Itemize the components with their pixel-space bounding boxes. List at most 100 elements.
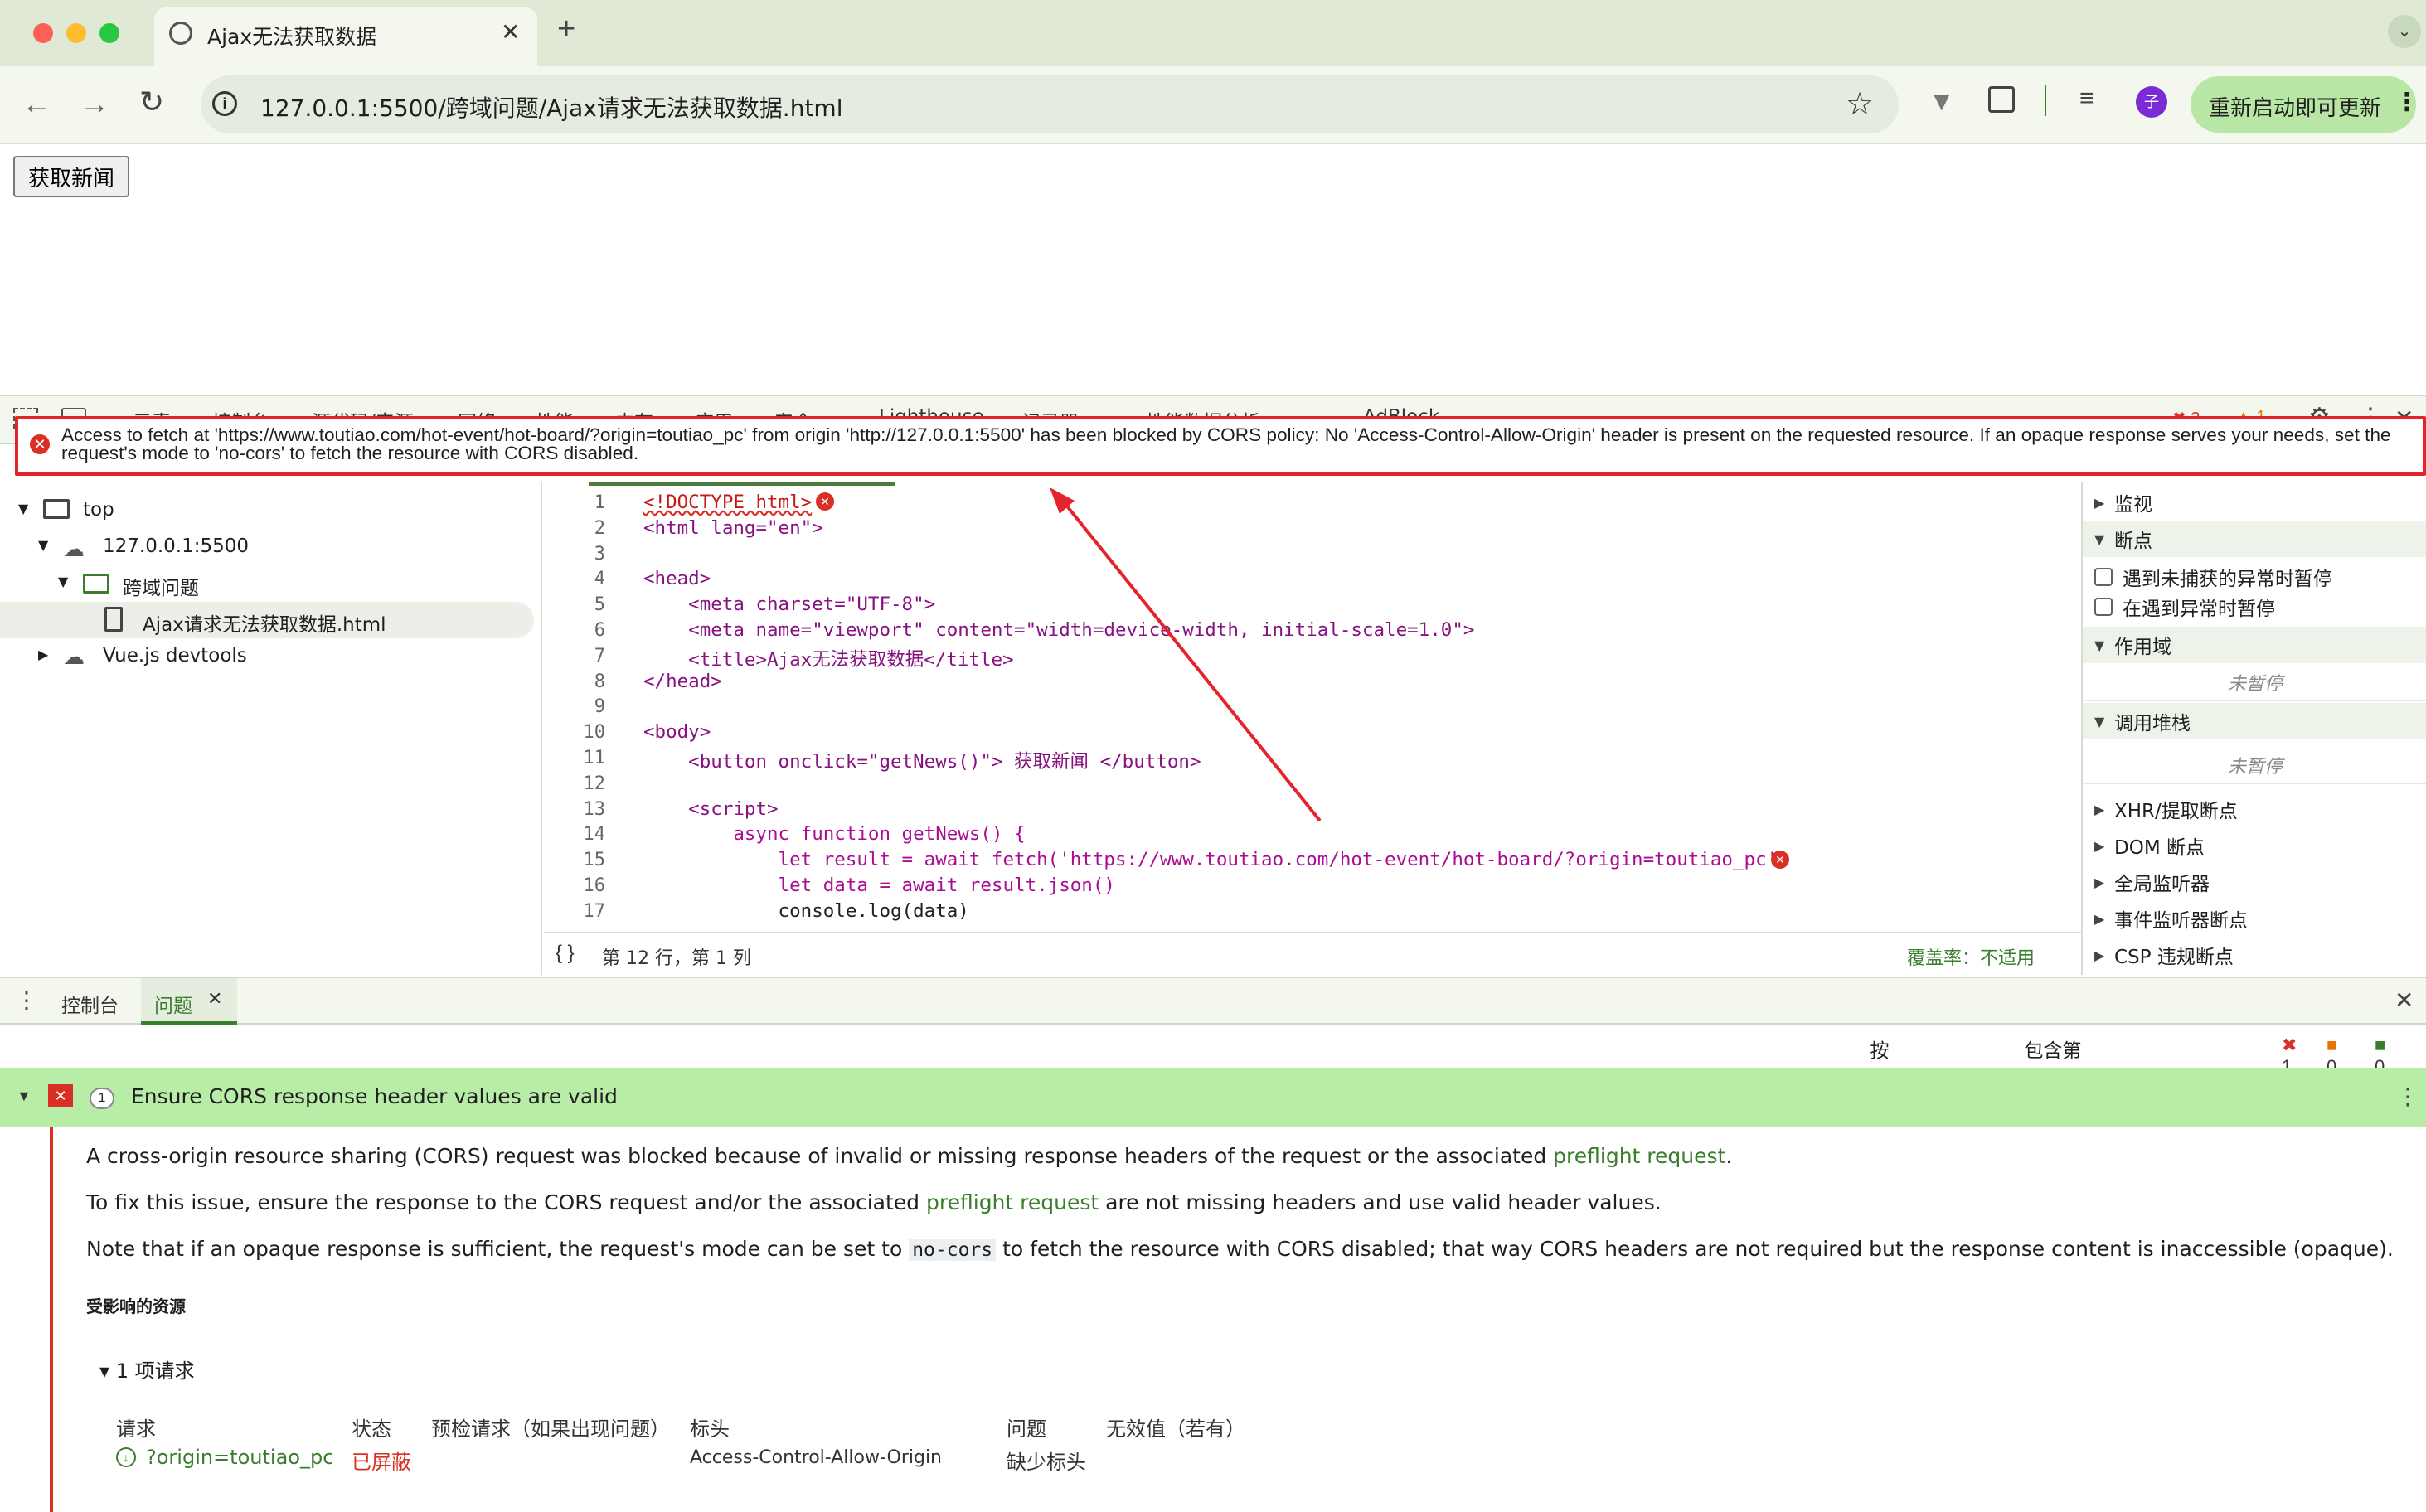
request-link[interactable]: ?origin=toutiao_pc xyxy=(146,1446,333,1469)
browser-tab[interactable]: Ajax无法获取数据 ✕ xyxy=(154,7,537,66)
code-line[interactable]: <html lang="en"> xyxy=(643,517,823,539)
tree-item-origin[interactable]: 127.0.0.1:5500 xyxy=(103,536,249,557)
drawer-tab-issues[interactable]: 问题 ✕ xyxy=(141,978,237,1025)
section-call-stack[interactable]: ▼ 调用堆栈 xyxy=(2083,703,2426,739)
section-breakpoints[interactable]: ▼ 断点 xyxy=(2083,521,2426,557)
line-number: 2 xyxy=(594,518,605,539)
code-line[interactable]: let result = await fetch('https://www.to… xyxy=(643,849,1789,870)
expand-caret-icon[interactable]: ▶ xyxy=(38,647,48,662)
option-label: 遇到未捕获的异常时暂停 xyxy=(2123,569,2332,590)
tree-item-file[interactable]: Ajax请求无法获取数据.html xyxy=(143,608,386,637)
arrow-line xyxy=(1060,497,1322,822)
line-number: 6 xyxy=(594,620,605,641)
close-tab-icon[interactable]: ✕ xyxy=(207,988,222,1010)
minimize-window-button[interactable] xyxy=(66,23,86,43)
tree-item-file-row[interactable]: Ajax请求无法获取数据.html xyxy=(0,602,534,638)
kebab-menu-icon[interactable]: ⋮ xyxy=(2394,88,2419,117)
column-header: 状态 xyxy=(352,1418,391,1441)
line-number: 13 xyxy=(583,799,606,820)
close-tab-icon[interactable]: ✕ xyxy=(501,18,520,46)
checkbox[interactable] xyxy=(2094,568,2113,586)
editor-status-bar: { } 第 12 行，第 1 列 覆盖率：不适用 xyxy=(544,932,2081,975)
checkbox[interactable] xyxy=(2094,598,2113,616)
section-label: XHR/提取断点 xyxy=(2114,801,2238,822)
coverage-status[interactable]: 覆盖率：不适用 xyxy=(1907,943,2035,970)
affected-resources-heading: 受影响的资源 xyxy=(86,1296,186,1316)
new-tab-button[interactable]: + xyxy=(557,12,575,47)
code-line[interactable]: <meta charset="UTF-8"> xyxy=(643,594,935,615)
collapse-caret-icon[interactable]: ▼ xyxy=(38,537,48,553)
issue-header[interactable]: ▼ ✕ 1 Ensure CORS response header values… xyxy=(0,1068,2426,1127)
code-line[interactable]: let data = await result.json() xyxy=(643,875,1115,896)
vue-extension-icon[interactable]: ▼ xyxy=(1929,86,1955,117)
drawer-menu-icon[interactable]: ⋮ xyxy=(15,986,38,1014)
get-news-button[interactable]: 获取新闻 xyxy=(13,156,129,197)
media-controls-icon[interactable]: ≡ xyxy=(2079,85,2094,113)
section-event-listener-breakpoints[interactable]: ▶ 事件监听器断点 xyxy=(2083,900,2426,937)
code-line[interactable]: <head> xyxy=(643,568,711,589)
column-header: 无效值（若有） xyxy=(1106,1418,1245,1441)
section-label: 全局监听器 xyxy=(2114,874,2210,895)
collapse-caret-icon[interactable]: ▼ xyxy=(18,501,28,516)
update-button[interactable]: 重新启动即可更新 ⋮ xyxy=(2191,76,2419,133)
preflight-link[interactable]: preflight request xyxy=(1553,1144,1725,1168)
bookmark-star-icon[interactable]: ☆ xyxy=(1846,85,1874,123)
code-line[interactable]: <title>Ajax无法获取数据</title> xyxy=(643,645,1013,671)
toolbar-divider xyxy=(2045,85,2046,116)
code-line[interactable]: <script> xyxy=(643,798,778,820)
error-marker-icon[interactable]: ✕ xyxy=(816,492,834,511)
section-label: 监视 xyxy=(2114,494,2152,516)
globe-icon xyxy=(169,22,192,45)
section-watch[interactable]: ▶ 监视 xyxy=(2083,484,2426,521)
tree-item-top[interactable]: top xyxy=(83,499,114,521)
problem-value: 缺少标头 xyxy=(1007,1451,1086,1474)
annotation-arrow xyxy=(1050,487,1322,822)
paragraph-text: . xyxy=(1725,1144,1733,1168)
section-xhr-breakpoints[interactable]: ▶ XHR/提取断点 xyxy=(2083,791,2426,827)
pretty-print-icon[interactable]: { } xyxy=(556,942,575,965)
pause-caught-option[interactable]: 在遇到异常时暂停 xyxy=(2083,589,2426,625)
issue-menu-icon[interactable]: ⋮ xyxy=(2396,1083,2419,1110)
line-number: 9 xyxy=(594,696,605,717)
code-line[interactable]: async function getNews() { xyxy=(643,823,1025,845)
avatar[interactable]: 子 xyxy=(2136,86,2167,118)
extensions-icon[interactable] xyxy=(1988,86,2015,113)
section-label: 调用堆栈 xyxy=(2114,713,2191,734)
code-line[interactable]: </head> xyxy=(643,671,722,692)
drawer-tab-console[interactable]: 控制台 xyxy=(61,990,119,1018)
section-csp-breakpoints[interactable]: ▶ CSP 违规断点 xyxy=(2083,937,2426,973)
error-marker-icon[interactable]: ✕ xyxy=(1771,850,1789,869)
preflight-link[interactable]: preflight request xyxy=(926,1190,1099,1214)
address-bar[interactable]: i 127.0.0.1:5500/跨域问题/Ajax请求无法获取数据.html … xyxy=(201,75,1899,133)
section-global-listeners[interactable]: ▶ 全局监听器 xyxy=(2083,864,2426,900)
line-number: 12 xyxy=(583,773,606,794)
forward-icon[interactable]: → xyxy=(80,86,109,121)
requests-toggle[interactable]: ▾ 1 项请求 xyxy=(99,1354,195,1384)
file-navigator: ▼ top ▼ ☁ 127.0.0.1:5500 ▼ 跨域问题 Ajax请求无法… xyxy=(0,482,542,975)
site-info-icon[interactable]: i xyxy=(212,91,237,116)
line-number: 4 xyxy=(594,569,605,589)
inline-code: no-cors xyxy=(909,1239,997,1261)
collapse-caret-icon[interactable]: ▼ xyxy=(17,1088,32,1105)
cloud-icon: ☁ xyxy=(63,537,85,562)
close-drawer-icon[interactable]: ✕ xyxy=(2394,986,2414,1014)
line-number: 8 xyxy=(594,671,605,692)
cors-error-text: Access to fetch at 'https://www.toutiao.… xyxy=(61,424,2391,463)
back-icon[interactable]: ← xyxy=(22,86,51,121)
drawer-tabbar: ⋮ 控制台 问题 ✕ ✕ xyxy=(0,976,2426,1025)
code-line[interactable]: <body> xyxy=(643,721,711,743)
line-number: 16 xyxy=(583,875,606,896)
tree-item-vue[interactable]: Vue.js devtools xyxy=(103,645,247,666)
section-dom-breakpoints[interactable]: ▶ DOM 断点 xyxy=(2083,827,2426,864)
collapse-caret-icon[interactable]: ▼ xyxy=(58,574,68,589)
section-scope[interactable]: ▼ 作用域 xyxy=(2083,627,2426,663)
tab-search-icon[interactable]: ⌄ xyxy=(2388,15,2421,48)
close-window-button[interactable] xyxy=(33,23,53,43)
code-line[interactable]: console.log(data) xyxy=(643,900,969,922)
paragraph-text: To fix this issue, ensure the response t… xyxy=(86,1190,927,1214)
tree-item-folder[interactable]: 跨域问题 xyxy=(123,572,199,600)
maximize-window-button[interactable] xyxy=(99,23,119,43)
reload-icon[interactable]: ↻ xyxy=(139,85,164,119)
url-text[interactable]: 127.0.0.1:5500/跨域问题/Ajax请求无法获取数据.html xyxy=(260,90,843,124)
code-line[interactable]: <!DOCTYPE html> xyxy=(643,492,812,513)
